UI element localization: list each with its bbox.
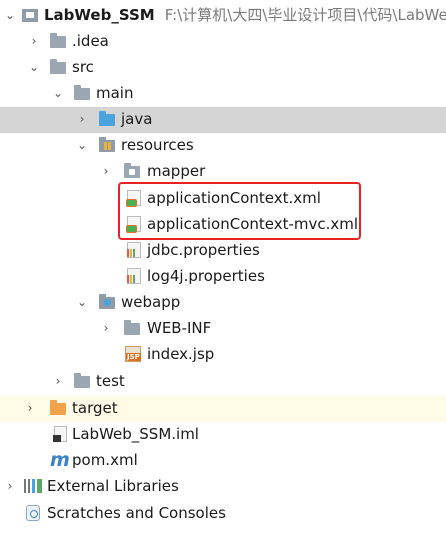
chevron-right-icon[interactable]: › <box>76 112 88 126</box>
tree-row-external-libraries[interactable]: › External Libraries <box>0 474 446 500</box>
tree-row-java[interactable]: › java <box>0 107 446 133</box>
chevron-right-icon[interactable]: › <box>28 34 40 48</box>
chevron-right-icon[interactable]: › <box>100 321 112 335</box>
tree-row-label: External Libraries <box>47 477 179 495</box>
chevron-right-icon[interactable]: › <box>4 479 16 493</box>
tree-row-label: log4j.properties <box>147 267 265 285</box>
chevron-down-icon[interactable]: ⌄ <box>52 86 64 100</box>
web-folder-icon <box>99 294 115 309</box>
tree-row-scratches[interactable]: Scratches and Consoles <box>0 501 446 527</box>
tree-row-src[interactable]: ⌄ src <box>0 55 446 81</box>
folder-icon <box>124 320 140 335</box>
chevron-right-icon[interactable]: › <box>24 401 36 415</box>
excluded-folder-icon <box>50 400 66 415</box>
red-highlight-box <box>118 182 361 240</box>
tree-row-label: java <box>121 110 153 128</box>
chevron-down-icon[interactable]: ⌄ <box>4 8 16 22</box>
tree-row-label: target <box>72 399 118 417</box>
tree-row-label: jdbc.properties <box>147 241 260 259</box>
tree-row-label: webapp <box>121 293 181 311</box>
jsp-file-icon: JSP <box>125 346 141 362</box>
project-path: F:\计算机\大四\毕业设计项目\代码\LabWeb <box>164 6 446 24</box>
folder-icon <box>74 85 90 100</box>
tree-row-target[interactable]: › target <box>0 396 446 422</box>
tree-row-label: main <box>96 84 134 102</box>
tree-row-label: LabWeb_SSM.iml <box>72 425 199 443</box>
resources-folder-icon <box>99 137 115 152</box>
project-tree: { "tree": { "root": { "name": "LabWeb_SS… <box>0 0 446 537</box>
source-folder-icon <box>99 111 115 126</box>
properties-file-icon <box>127 268 141 284</box>
project-name: LabWeb_SSM <box>44 6 155 24</box>
tree-row-pom[interactable]: m pom.xml <box>0 448 446 474</box>
tree-row-label: pom.xml <box>72 451 138 469</box>
chevron-down-icon[interactable]: ⌄ <box>76 295 88 309</box>
tree-row-test[interactable]: › test <box>0 369 446 395</box>
tree-row-webapp[interactable]: ⌄ webapp <box>0 290 446 316</box>
tree-row-label: Scratches and Consoles <box>47 504 226 522</box>
tree-row-idea[interactable]: › .idea <box>0 29 446 55</box>
chevron-down-icon[interactable]: ⌄ <box>76 138 88 152</box>
tree-row-label: mapper <box>147 162 206 180</box>
folder-icon <box>50 59 66 74</box>
project-folder-icon <box>22 9 38 22</box>
scratches-icon <box>26 505 40 521</box>
tree-row-label: WEB-INF <box>147 319 212 337</box>
module-file-icon <box>53 426 67 442</box>
tree-row-label: index.jsp <box>147 345 215 363</box>
chevron-down-icon[interactable]: ⌄ <box>28 60 40 74</box>
package-folder-icon <box>124 163 140 178</box>
folder-icon <box>74 373 90 388</box>
tree-row-label: .idea <box>72 32 109 50</box>
tree-row-label: LabWeb_SSM F:\计算机\大四\毕业设计项目\代码\LabWeb <box>44 5 446 25</box>
tree-row-label: test <box>96 372 125 390</box>
tree-row-resources[interactable]: ⌄ resources <box>0 133 446 159</box>
jsp-badge: JSP <box>126 353 141 361</box>
tree-row-main[interactable]: ⌄ main <box>0 81 446 107</box>
libraries-icon <box>24 479 42 493</box>
chevron-right-icon[interactable]: › <box>52 374 64 388</box>
folder-icon <box>50 33 66 48</box>
properties-file-icon <box>127 242 141 258</box>
tree-row-root[interactable]: ⌄ LabWeb_SSM F:\计算机\大四\毕业设计项目\代码\LabWeb <box>0 3 446 29</box>
tree-row-log4j-properties[interactable]: log4j.properties <box>0 264 446 290</box>
tree-row-label: src <box>72 58 94 76</box>
tree-row-jdbc-properties[interactable]: jdbc.properties <box>0 238 446 264</box>
maven-icon: m <box>50 449 70 471</box>
tree-row-web-inf[interactable]: › WEB-INF <box>0 316 446 342</box>
tree-row-iml[interactable]: LabWeb_SSM.iml <box>0 422 446 448</box>
chevron-right-icon[interactable]: › <box>100 164 112 178</box>
tree-row-index-jsp[interactable]: JSP index.jsp <box>0 342 446 368</box>
tree-row-label: resources <box>121 136 194 154</box>
